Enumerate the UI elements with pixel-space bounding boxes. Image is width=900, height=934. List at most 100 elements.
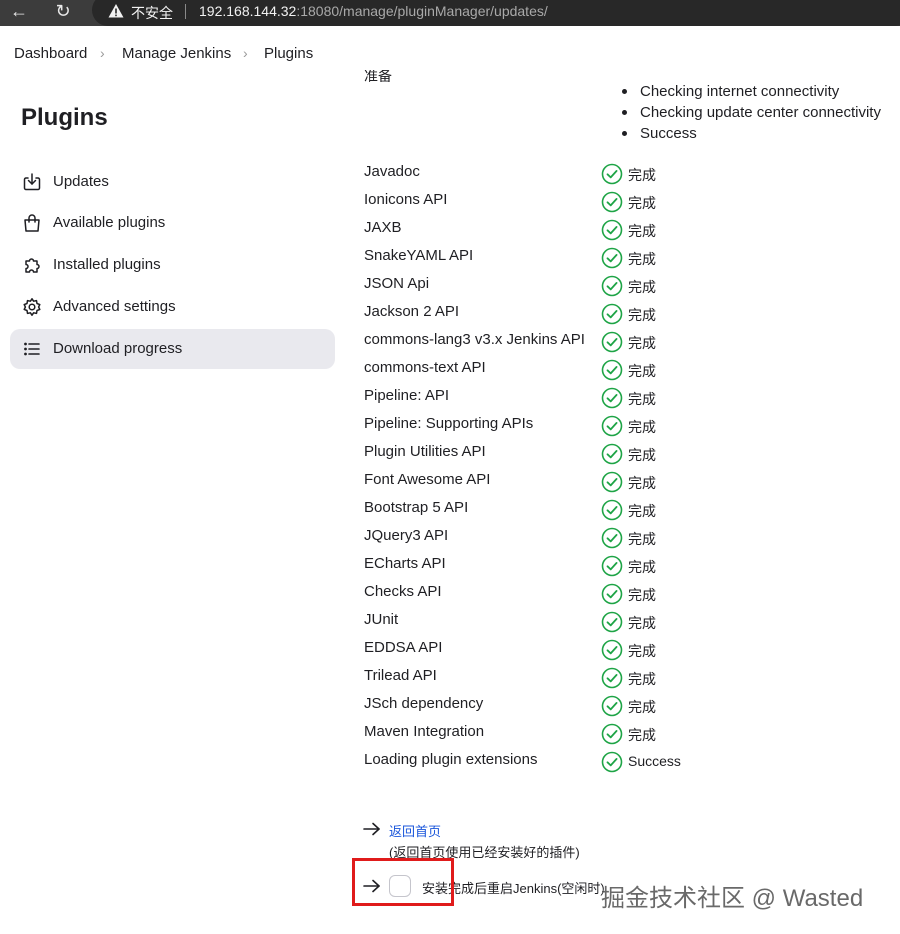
check-circle-icon [601, 303, 623, 325]
status-text: 完成 [628, 223, 656, 239]
sidebar-item-download-progress[interactable]: Download progress [10, 329, 335, 369]
preparation-checks: Checking internet connectivity Checking … [622, 81, 881, 144]
plugin-row: Checks API 完成 [364, 583, 844, 611]
back-arrow-icon[interactable]: ← [4, 0, 34, 24]
status-text: 完成 [628, 727, 656, 743]
status-text: 完成 [628, 671, 656, 687]
sidebar-item-label: Advanced settings [53, 298, 176, 315]
status-text: 完成 [628, 307, 656, 323]
shopping-bag-icon [24, 214, 40, 232]
check-circle-icon [601, 471, 623, 493]
check-circle-icon [601, 247, 623, 269]
plugin-name: Loading plugin extensions [364, 751, 538, 768]
breadcrumb-plugins[interactable]: Plugins [264, 45, 313, 62]
status-text: 完成 [628, 559, 656, 575]
gear-icon [23, 298, 41, 316]
sidebar-item-available-plugins[interactable]: Available plugins [10, 203, 335, 243]
status-text: 完成 [628, 699, 656, 715]
plugin-name: Pipeline: Supporting APIs [364, 415, 534, 432]
url-host: 192.168.144.32 [199, 3, 297, 19]
plugin-row: Javadoc 完成 [364, 163, 844, 191]
status-text: 完成 [628, 531, 656, 547]
status-text: 完成 [628, 447, 656, 463]
check-circle-icon [601, 415, 623, 437]
check-circle-icon [601, 723, 623, 745]
check-circle-icon [601, 639, 623, 661]
plugin-row: EDDSA API 完成 [364, 639, 844, 667]
plugin-name: Jackson 2 API [364, 303, 460, 320]
status-text: 完成 [628, 419, 656, 435]
list-item: Checking update center connectivity [622, 102, 881, 123]
sidebar-item-label: Installed plugins [53, 256, 161, 273]
check-circle-icon [601, 191, 623, 213]
plugin-row: commons-text API 完成 [364, 359, 844, 387]
status-text: 完成 [628, 391, 656, 407]
plugin-name: JAXB [364, 219, 402, 236]
check-circle-icon [601, 583, 623, 605]
status-text: 完成 [628, 363, 656, 379]
page-title: Plugins [21, 104, 108, 131]
check-circle-icon [601, 219, 623, 241]
plugin-name: SnakeYAML API [364, 247, 474, 264]
watermark: 掘金技术社区 @ Wasted [601, 885, 864, 912]
preparation-label: 准备 [364, 70, 392, 82]
status-text: 完成 [628, 167, 656, 183]
plugin-row: Jackson 2 API 完成 [364, 303, 844, 331]
home-link[interactable]: 返回首页 [389, 821, 441, 840]
status-text: Success [628, 753, 681, 769]
plugin-row: JQuery3 API 完成 [364, 527, 844, 555]
plugin-row: Loading plugin extensions Success [364, 751, 844, 779]
sidebar-item-installed-plugins[interactable]: Installed plugins [10, 245, 335, 285]
check-circle-icon [601, 331, 623, 353]
breadcrumb: Dashboard › Manage Jenkins › Plugins [0, 26, 900, 78]
plugin-name: Font Awesome API [364, 471, 491, 488]
status-text: 完成 [628, 643, 656, 659]
plugin-name: JUnit [364, 611, 399, 628]
status-text: 完成 [628, 503, 656, 519]
chevron-right-icon: › [100, 45, 105, 61]
check-circle-icon [601, 499, 623, 521]
check-circle-icon [601, 667, 623, 689]
plugin-row: JAXB 完成 [364, 219, 844, 247]
plugin-name: Plugin Utilities API [364, 443, 486, 460]
sidebar-item-advanced-settings[interactable]: Advanced settings [10, 287, 335, 327]
sidebar-item-updates[interactable]: Updates [10, 162, 335, 202]
plugin-row: JSch dependency 完成 [364, 695, 844, 723]
plugin-row: Bootstrap 5 API 完成 [364, 499, 844, 527]
plugin-name: Javadoc [364, 163, 420, 180]
plugin-row: Maven Integration 完成 [364, 723, 844, 751]
security-label[interactable]: 不安全 [131, 3, 173, 23]
plugin-row: Ionicons API 完成 [364, 191, 844, 219]
check-circle-icon [601, 163, 623, 185]
plugin-name: commons-lang3 v3.x Jenkins API [364, 331, 585, 348]
plugin-name: commons-text API [364, 359, 486, 376]
chevron-right-icon: › [243, 45, 248, 61]
plugin-row: Pipeline: API 完成 [364, 387, 844, 415]
list-item: Checking internet connectivity [622, 81, 881, 102]
address-divider [185, 4, 186, 19]
check-circle-icon [601, 695, 623, 717]
status-text: 完成 [628, 335, 656, 351]
breadcrumb-manage-jenkins[interactable]: Manage Jenkins [122, 45, 231, 62]
breadcrumb-dashboard[interactable]: Dashboard [14, 45, 87, 62]
plugin-name: Bootstrap 5 API [364, 499, 469, 516]
status-text: 完成 [628, 251, 656, 267]
puzzle-icon [25, 258, 40, 273]
url-text[interactable]: 192.168.144.32:18080/manage/pluginManage… [199, 3, 548, 19]
plugin-name: ECharts API [364, 555, 446, 572]
plugin-row: SnakeYAML API 完成 [364, 247, 844, 275]
reload-icon[interactable]: ↻ [48, 0, 78, 24]
list-icon [24, 342, 40, 356]
status-text: 完成 [628, 195, 656, 211]
check-circle-icon [601, 387, 623, 409]
check-circle-icon [601, 555, 623, 577]
status-text: 完成 [628, 279, 656, 295]
plugin-row: commons-lang3 v3.x Jenkins API 完成 [364, 331, 844, 359]
check-circle-icon [601, 527, 623, 549]
browser-toolbar: ← ↻ 不安全 192.168.144.32:18080/manage/plug… [0, 0, 900, 26]
url-path: :18080/manage/pluginManager/updates/ [296, 3, 548, 19]
status-text: 完成 [628, 615, 656, 631]
highlight-box [352, 858, 454, 906]
warning-icon[interactable] [108, 3, 124, 19]
plugin-name: Ionicons API [364, 191, 448, 208]
